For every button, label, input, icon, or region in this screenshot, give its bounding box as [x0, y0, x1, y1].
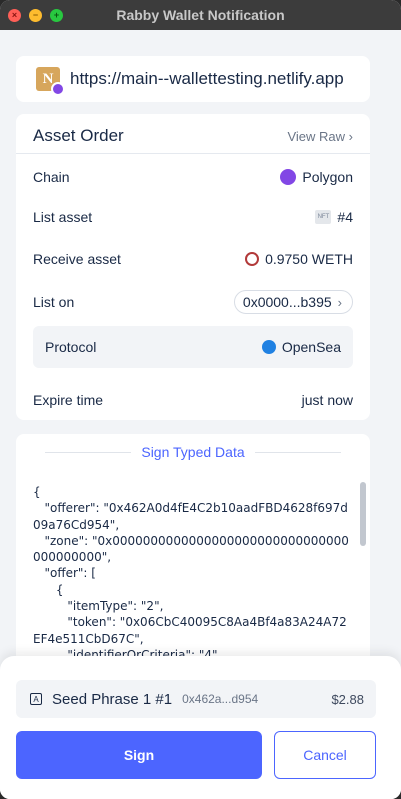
list-asset-label: List asset	[33, 209, 93, 225]
row-expire-time: Expire time just now	[33, 392, 353, 408]
row-list-asset: List asset NFT #4	[33, 209, 353, 225]
account-address: 0x462a...d954	[182, 692, 259, 706]
divider	[45, 451, 132, 453]
asset-order-header: Asset Order View Raw ›	[33, 126, 353, 146]
chain-name: Polygon	[302, 169, 353, 185]
minimize-window-button[interactable]: −	[29, 8, 42, 22]
origin-url: https://main--wallettesting.netlify.app	[70, 69, 344, 88]
row-receive-asset: Receive asset 0.9750 WETH	[33, 251, 353, 267]
asset-order-card: Asset Order View Raw › Chain Polygon Lis…	[16, 114, 370, 420]
scrollbar-thumb[interactable]	[360, 482, 366, 546]
nft-id: #4	[337, 209, 353, 225]
chevron-right-icon: ›	[337, 294, 342, 310]
title-bar: × − + Rabby Wallet Notification	[0, 0, 401, 30]
protocol-value: OpenSea	[261, 339, 341, 355]
weth-icon	[245, 252, 260, 266]
notification-window: × − + Rabby Wallet Notification N https:…	[0, 0, 401, 799]
close-window-button[interactable]: ×	[8, 8, 21, 22]
row-protocol: Protocol OpenSea	[33, 326, 353, 368]
chevron-right-icon: ›	[348, 128, 353, 144]
protocol-name: OpenSea	[281, 339, 341, 355]
list-on-address-pill[interactable]: 0x0000...b395 ›	[233, 290, 353, 314]
window-controls: × − +	[8, 8, 63, 22]
origin-card: N https://main--wallettesting.netlify.ap…	[16, 56, 370, 102]
row-chain: Chain Polygon	[33, 169, 353, 185]
zoom-window-button[interactable]: +	[50, 8, 63, 22]
receive-asset-value: 0.9750 WETH	[245, 251, 353, 267]
receive-amount: 0.9750 WETH	[265, 251, 353, 267]
footer-panel: A Seed Phrase 1 #1 0x462a...d954 $2.88 S…	[0, 656, 401, 799]
cancel-button[interactable]: Cancel	[274, 731, 376, 779]
view-raw-label: View Raw	[287, 128, 346, 144]
nft-icon: NFT	[315, 210, 332, 224]
opensea-icon	[261, 340, 276, 354]
seed-phrase-icon: A	[30, 693, 42, 705]
list-asset-value: NFT #4	[315, 209, 353, 225]
protocol-label: Protocol	[45, 339, 97, 355]
row-list-on: List on 0x0000...b395 ›	[33, 290, 353, 314]
account-row: A Seed Phrase 1 #1 0x462a...d954 $2.88	[16, 680, 376, 718]
sign-typed-data-card[interactable]: Sign Typed Data { "offerer": "0x462A0d4f…	[16, 434, 370, 674]
list-on-label: List on	[33, 294, 75, 310]
account-name: Seed Phrase 1 #1	[52, 690, 173, 708]
chain-value: Polygon	[280, 169, 353, 185]
content-area: N https://main--wallettesting.netlify.ap…	[0, 30, 401, 799]
sign-typed-data-header: Sign Typed Data	[16, 434, 370, 470]
account-balance: $2.88	[331, 691, 364, 707]
divider	[16, 153, 370, 154]
sign-typed-data-title: Sign Typed Data	[141, 444, 245, 460]
scrollbar[interactable]	[360, 478, 366, 674]
expire-time-label: Expire time	[33, 392, 104, 408]
polygon-icon	[280, 169, 297, 185]
divider	[254, 451, 341, 453]
sign-button[interactable]: Sign	[16, 731, 262, 779]
receive-asset-label: Receive asset	[33, 251, 121, 267]
asset-order-title: Asset Order	[33, 126, 124, 145]
view-raw-link[interactable]: View Raw ›	[287, 129, 353, 144]
chain-badge-icon	[51, 82, 65, 96]
dapp-logo-icon: N	[36, 67, 65, 96]
chain-label: Chain	[33, 169, 70, 185]
expire-time-value: just now	[301, 392, 353, 408]
list-on-address: 0x0000...b395	[242, 294, 332, 310]
typed-data-json: { "offerer": "0x462A0d4fE4C2b10aadFBD462…	[33, 485, 349, 662]
